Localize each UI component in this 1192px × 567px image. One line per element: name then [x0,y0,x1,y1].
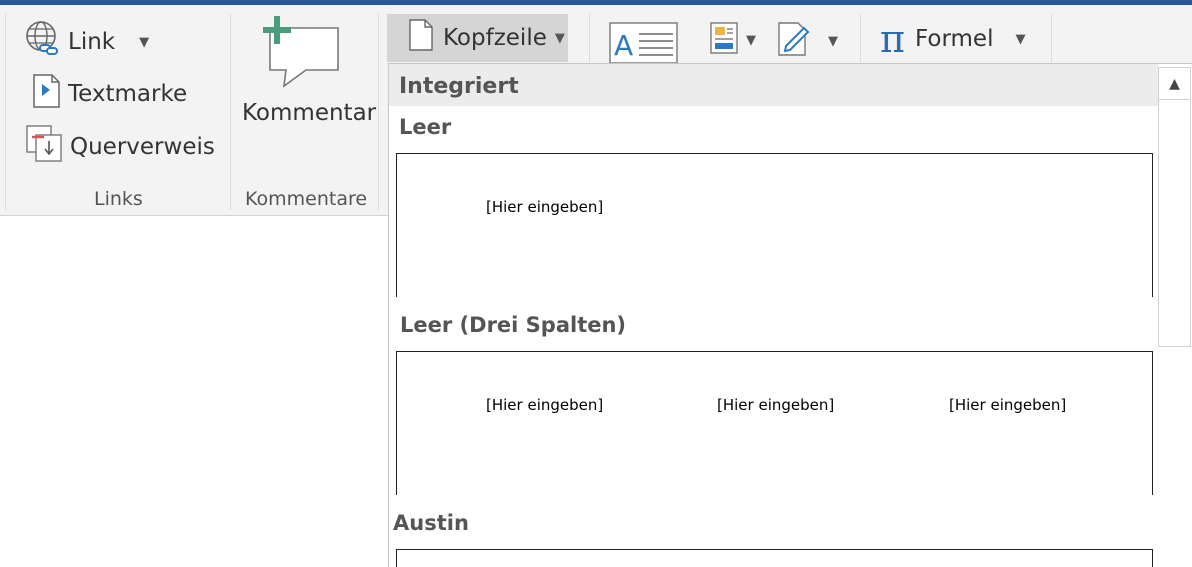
gallery-section-header: Integriert [389,64,1158,106]
gallery-scrollbar[interactable]: ▲ [1158,67,1191,347]
globe-link-icon [24,20,62,64]
gallery-item-title: Austin [393,511,469,535]
ribbon-bottom-border [0,215,388,216]
chevron-down-icon[interactable]: ▼ [139,35,149,50]
chevron-down-icon[interactable]: ▼ [828,34,838,49]
svg-text:A: A [614,29,633,62]
group-separator [5,14,6,210]
gallery-item-leer[interactable]: [Hier eingeben] [396,153,1153,297]
gallery-item-austin[interactable] [396,549,1153,567]
group-separator [378,14,379,210]
gallery-item-title: Leer (Drei Spalten) [400,313,627,337]
group-separator [589,14,590,62]
textbox-icon: A [609,22,679,68]
group-separator [860,14,861,62]
scroll-up-arrow-icon[interactable]: ▲ [1159,68,1190,100]
group-separator [1051,14,1052,62]
cross-reference-icon [26,125,64,169]
links-group-label: Links [94,188,143,210]
placeholder-text: [Hier eingeben] [486,396,604,414]
formel-label: Formel [914,26,994,52]
link-button[interactable]: Link ▼ [24,20,149,64]
kommentar-button[interactable]: Kommentar [242,16,376,136]
link-label: Link [68,29,116,55]
chevron-down-icon: ▼ [554,30,565,46]
textfeld-button[interactable]: A [609,22,679,68]
pi-icon: π [880,17,905,61]
header-page-icon [409,19,433,57]
kopfzeile-gallery: Integriert Leer [Hier eingeben] Leer (Dr… [388,63,1192,567]
kopfzeile-label: Kopfzeile [443,25,547,51]
signaturzeile-button[interactable]: ▼ [778,22,838,60]
formel-button[interactable]: π Formel ▼ [880,20,1025,58]
chevron-down-icon[interactable]: ▼ [746,33,756,48]
placeholder-text: [Hier eingeben] [949,396,1067,414]
textmarke-button[interactable]: Textmarke [32,74,187,114]
placeholder-text: [Hier eingeben] [486,198,604,216]
placeholder-text: [Hier eingeben] [717,396,835,414]
kommentar-label: Kommentar [242,100,377,126]
new-comment-icon [262,16,340,92]
querverweis-button[interactable]: Querverweis [26,125,215,169]
textmarke-label: Textmarke [68,81,188,107]
chevron-down-icon[interactable]: ▼ [1015,32,1025,47]
kommentare-group-label: Kommentare [245,188,368,210]
bookmark-icon [32,74,62,114]
signature-pen-icon [778,22,812,60]
schnellbausteine-button[interactable]: ▼ [710,22,756,58]
quick-parts-icon [710,22,738,58]
querverweis-label: Querverweis [70,134,215,160]
group-separator [230,14,231,210]
kopfzeile-button[interactable]: Kopfzeile ▼ [387,14,568,62]
gallery-item-leer-drei-spalten[interactable]: [Hier eingeben] [Hier eingeben] [Hier ei… [396,351,1153,495]
gallery-item-title: Leer [399,115,452,139]
